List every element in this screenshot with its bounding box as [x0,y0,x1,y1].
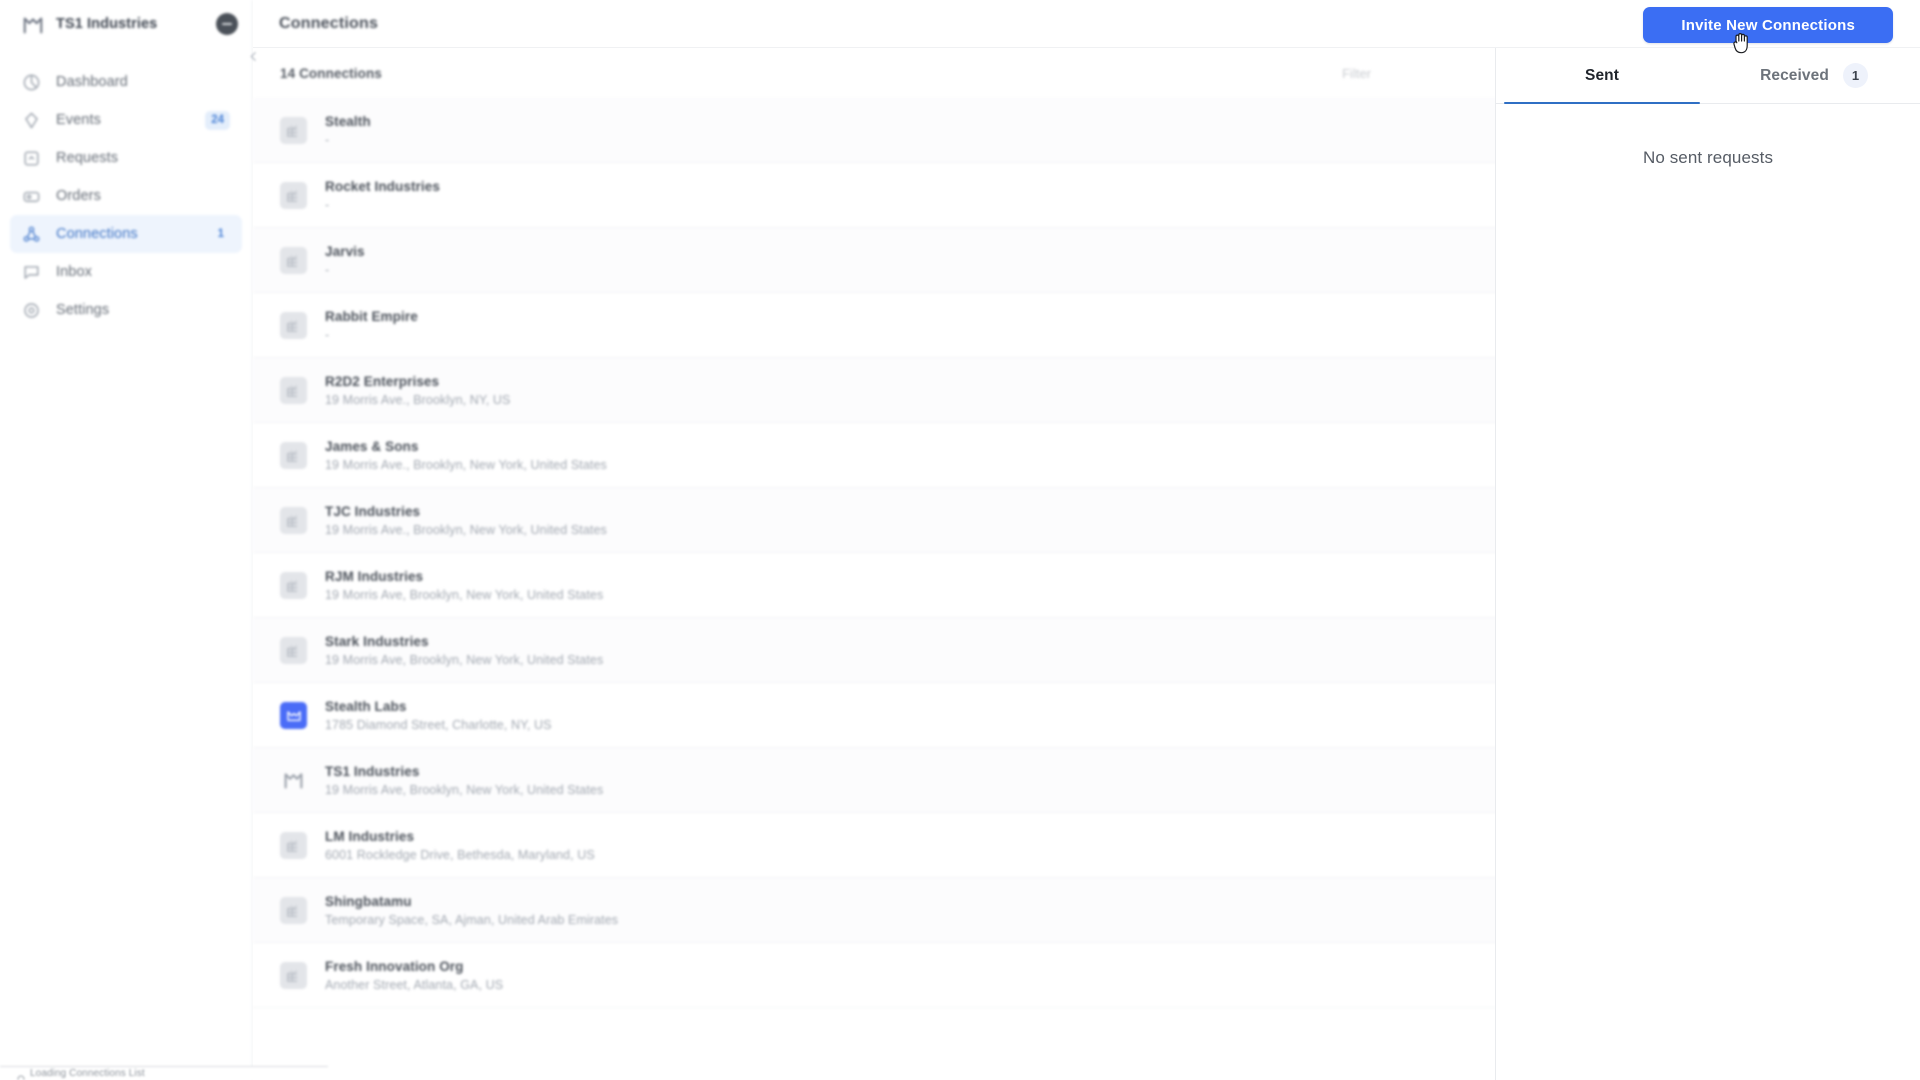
mouse-cursor [1733,32,1749,54]
main-content: Connections 14 Connections Filter Most R… [250,0,1920,1080]
sidebar-item-requests[interactable]: Requests [10,139,242,177]
loading-icon [17,1070,25,1080]
sidebar: TS1 Industries Dashboard Events 24 Reque… [0,0,253,1080]
brand-name: TS1 Industries [56,16,158,32]
company-name: LM Industries [325,828,415,844]
company-address: 19 Morris Ave., Brooklyn, New York, Unit… [325,522,607,537]
company-address: Temporary Space, SA, Ajman, United Arab … [325,912,619,927]
tab-label: Received [1760,66,1829,84]
company-logo-icon [280,767,307,794]
company-address: 19 Morris Ave., Brooklyn, New York, Unit… [325,457,607,472]
company-name: Shingbatamu [325,893,412,909]
company-logo-icon [280,311,307,339]
company-logo-icon [280,506,307,534]
company-logo-icon [280,441,307,469]
sidebar-item-dashboard[interactable]: Dashboard [10,63,242,101]
settings-icon [22,301,41,320]
company-address: 19 Morris Ave, Brooklyn, New York, Unite… [325,587,604,602]
brand-header[interactable]: TS1 Industries [0,0,252,48]
m-mark-icon [22,14,44,34]
company-name: TS1 Industries [325,763,420,779]
company-address: 19 Morris Ave, Brooklyn, New York, Unite… [325,652,604,667]
company-address: Another Street, Atlanta, GA, US [325,977,504,992]
company-logo-icon [280,896,307,924]
company-logo-icon [280,246,307,274]
events-icon [22,111,41,130]
orders-icon [22,187,41,206]
page-title: Connections [279,14,379,32]
company-logo-icon [280,376,307,404]
sidebar-item-label: Dashboard [56,74,128,90]
app-window: TS1 Industries Dashboard Events 24 Reque… [0,0,1920,1080]
company-name: James & Sons [325,438,419,454]
company-name: Stark Industries [325,633,429,649]
sidebar-item-label: Requests [56,150,119,166]
events-badge: 24 [205,110,230,130]
company-name: TJC Industries [325,503,421,519]
company-logo-icon [280,636,307,664]
sidebar-item-settings[interactable]: Settings [10,291,242,329]
sidebar-item-label: Settings [56,302,110,318]
company-address: 6001 Rockledge Drive, Bethesda, Maryland… [325,847,595,862]
tab-sent[interactable]: Sent [1496,48,1708,104]
sidebar-item-connections[interactable]: Connections 1 [10,215,242,253]
sidebar-item-label: Connections [56,226,138,242]
sidebar-nav: Dashboard Events 24 Requests Orders Conn… [0,63,252,329]
sidebar-item-label: Events [56,112,101,128]
company-logo-icon [280,181,307,209]
avatar[interactable] [216,13,238,35]
sidebar-collapse-button[interactable] [241,44,265,68]
invite-new-connections-button[interactable]: Invite New Connections [1643,7,1893,43]
company-name: RJM Industries [325,568,424,584]
sidebar-item-label: Orders [56,188,101,204]
dashboard-icon [22,73,41,92]
requests-panel: Sent Received 1 No sent requests [1495,48,1920,1080]
received-badge: 1 [1842,63,1868,88]
sidebar-item-label: Inbox [56,264,92,280]
company-logo-icon [280,961,307,989]
company-name: Fresh Innovation Org [325,958,464,974]
filter-placeholder: Filter [1342,65,1371,81]
company-name: R2D2 Enterprises [325,373,440,389]
company-address: 1785 Diamond Street, Charlotte, NY, US [325,717,552,732]
company-logo-icon [280,701,307,729]
status-text: Loading Connections List [30,1068,145,1079]
status-bar: Loading Connections List [0,1066,328,1080]
requests-tabs: Sent Received 1 [1496,48,1920,104]
company-name: Stealth Labs [325,698,407,714]
tab-received[interactable]: Received 1 [1708,48,1920,103]
company-logo-icon [280,116,307,144]
connections-count: 14 Connections [280,65,382,81]
sidebar-item-inbox[interactable]: Inbox [10,253,242,291]
requests-icon [22,149,41,168]
sidebar-item-events[interactable]: Events 24 [10,101,242,139]
tab-label: Sent [1585,66,1619,84]
company-address: 19 Morris Ave, Brooklyn, New York, Unite… [325,782,604,797]
company-address: 19 Morris Ave., Brooklyn, NY, US [325,392,511,407]
empty-state-message: No sent requests [1642,148,1774,167]
inbox-icon [22,263,41,282]
sidebar-item-orders[interactable]: Orders [10,177,242,215]
connections-icon [22,225,41,244]
connections-badge: 1 [217,228,224,240]
company-logo-icon [280,571,307,599]
company-logo-icon [280,831,307,859]
